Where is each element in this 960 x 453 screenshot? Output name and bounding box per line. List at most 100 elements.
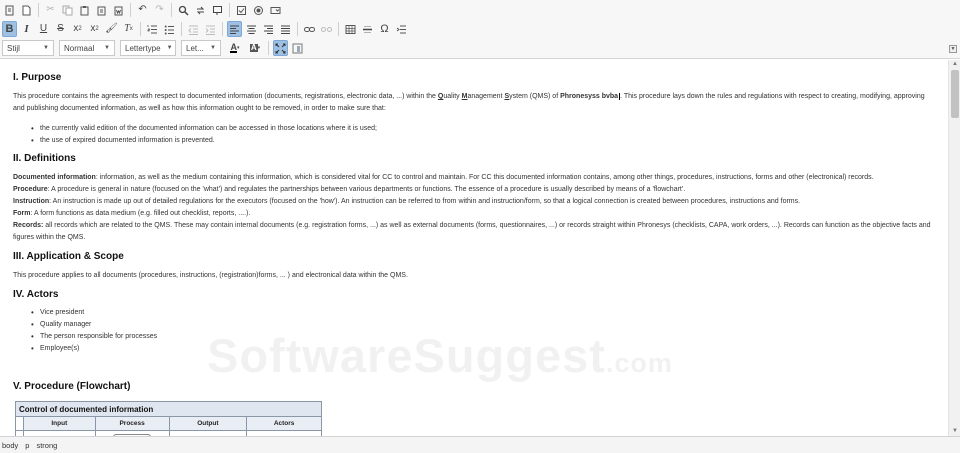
- align-left-icon[interactable]: [227, 21, 242, 37]
- scope-heading: III. Application & Scope: [13, 251, 124, 262]
- font-size-dropdown[interactable]: Let... ▼: [181, 40, 221, 56]
- source-icon[interactable]: [2, 2, 17, 18]
- font-size-dropdown-label: Let...: [186, 43, 204, 53]
- chevron-down-icon: ▼: [43, 45, 49, 51]
- toolbar-separator: [297, 22, 298, 36]
- scroll-up-icon[interactable]: ▲: [949, 60, 960, 69]
- procedure-heading: V. Procedure (Flowchart): [13, 381, 131, 392]
- path-item-body[interactable]: body: [2, 441, 18, 450]
- toolbar-separator: [268, 41, 269, 55]
- horizontal-line-icon[interactable]: [360, 21, 375, 37]
- purpose-heading: I. Purpose: [13, 72, 62, 83]
- definition-item: Procedure: A procedure is general in nat…: [13, 184, 933, 196]
- list-item: Quality manager: [31, 319, 157, 331]
- watermark-suffix: .com: [605, 348, 673, 378]
- bulleted-list-icon[interactable]: [162, 21, 177, 37]
- path-item-p[interactable]: p: [25, 441, 29, 450]
- list-item: the currently valid edition of the docum…: [31, 123, 377, 135]
- row-gutter: [15, 416, 24, 431]
- italic-icon[interactable]: I: [19, 21, 34, 37]
- superscript-icon[interactable]: x2: [87, 21, 102, 37]
- copy-icon[interactable]: [60, 2, 75, 18]
- new-page-icon[interactable]: [19, 2, 34, 18]
- font-dropdown[interactable]: Lettertype ▼: [120, 40, 176, 56]
- subscript-icon[interactable]: x2: [70, 21, 85, 37]
- actors-list: Vice president Quality manager The perso…: [31, 307, 157, 355]
- toolbar-separator: [140, 22, 141, 36]
- scrollbar-thumb[interactable]: [951, 70, 959, 118]
- radio-icon[interactable]: [251, 2, 266, 18]
- outdent-icon[interactable]: [186, 21, 201, 37]
- toolbar-separator: [171, 3, 172, 17]
- definition-item: Form: A form functions as data medium (e…: [13, 208, 933, 220]
- remove-format-icon[interactable]: Tx: [121, 21, 136, 37]
- show-blocks-icon[interactable]: [290, 40, 305, 56]
- definition-text: : information, as well as the medium con…: [95, 174, 874, 181]
- editor-content[interactable]: I. Purpose This procedure contains the a…: [0, 60, 948, 436]
- list-item: the use of expired documented informatio…: [31, 135, 377, 147]
- paste-icon[interactable]: [77, 2, 92, 18]
- maximize-icon[interactable]: [273, 40, 288, 56]
- definition-text: all records which are related to the QMS…: [13, 222, 931, 241]
- unlink-icon[interactable]: [319, 21, 334, 37]
- text-color-icon[interactable]: A ▾: [226, 40, 244, 56]
- definitions-heading: II. Definitions: [13, 153, 76, 164]
- vertical-scrollbar[interactable]: ▲ ▼: [948, 60, 960, 436]
- page-break-icon[interactable]: [394, 21, 409, 37]
- paste-word-icon[interactable]: [111, 2, 126, 18]
- qms-ystem: ystem (QMS) of: [509, 93, 561, 100]
- cut-icon[interactable]: ✂: [43, 2, 58, 18]
- toolbar-separator: [222, 22, 223, 36]
- format-dropdown[interactable]: Normaal ▼: [59, 40, 115, 56]
- align-center-icon[interactable]: [244, 21, 259, 37]
- background-color-icon[interactable]: A ▾: [246, 40, 264, 56]
- style-dropdown-label: Stijl: [7, 43, 20, 53]
- scroll-down-icon[interactable]: ▼: [949, 427, 960, 436]
- toolbar-row-1: ✂ ↶ ↷: [2, 1, 285, 19]
- checkbox-icon[interactable]: [234, 2, 249, 18]
- element-path-bar: body p strong: [0, 436, 960, 453]
- align-justify-icon[interactable]: [278, 21, 293, 37]
- align-right-icon[interactable]: [261, 21, 276, 37]
- numbered-list-icon[interactable]: [145, 21, 160, 37]
- chevron-down-icon: ▼: [210, 45, 216, 51]
- toolbar-separator: [38, 3, 39, 17]
- list-item: The person responsible for processes: [31, 331, 157, 343]
- definition-text: : A procedure is general in nature (focu…: [47, 186, 686, 193]
- column-header: Output: [168, 416, 248, 431]
- link-icon[interactable]: [302, 21, 317, 37]
- replace-icon[interactable]: [193, 2, 208, 18]
- strikethrough-icon[interactable]: S: [53, 21, 68, 37]
- scope-paragraph: This procedure applies to all documents …: [13, 272, 408, 279]
- column-header: Actors: [246, 416, 322, 431]
- editor-toolbar: ✂ ↶ ↷ B I U S x2 x2 🖌 Tx Ω Stijl ▼ Norma…: [0, 0, 960, 59]
- toolbar-row-3: Stijl ▼ Normaal ▼ Lettertype ▼ Let... ▼ A ▾ A…: [2, 39, 307, 57]
- copy-format-icon[interactable]: 🖌: [104, 21, 119, 37]
- table-icon[interactable]: [343, 21, 358, 37]
- purpose-text-1: This procedure contains the agreements w…: [13, 93, 438, 100]
- collapse-toolbar-icon[interactable]: ▼: [949, 45, 957, 53]
- definition-term: Records:: [13, 222, 44, 229]
- indent-icon[interactable]: [203, 21, 218, 37]
- paste-text-icon[interactable]: [94, 2, 109, 18]
- definition-term: Instruction: [13, 198, 50, 205]
- redo-icon[interactable]: ↷: [152, 2, 167, 18]
- select-all-icon[interactable]: [210, 2, 225, 18]
- special-char-icon[interactable]: Ω: [377, 21, 392, 37]
- underline-icon[interactable]: U: [36, 21, 51, 37]
- definitions-list: Documented information: information, as …: [13, 172, 933, 244]
- flowchart-table[interactable]: Control of documented information Input …: [15, 401, 322, 436]
- definition-item: Records: all records which are related t…: [13, 220, 933, 244]
- chevron-down-icon: ▼: [166, 45, 173, 51]
- style-dropdown[interactable]: Stijl ▼: [2, 40, 54, 56]
- font-dropdown-label: Lettertype: [125, 43, 161, 53]
- qms-uality: uality: [443, 93, 462, 100]
- find-icon[interactable]: [176, 2, 191, 18]
- bold-icon[interactable]: B: [2, 21, 17, 37]
- definition-item: Instruction: An instruction is made up o…: [13, 196, 933, 208]
- undo-icon[interactable]: ↶: [135, 2, 150, 18]
- path-item-strong[interactable]: strong: [36, 441, 57, 450]
- textfield-icon[interactable]: [268, 2, 283, 18]
- company-name: Phronesyss bvba: [560, 93, 619, 100]
- definition-text: : A form functions as data medium (e.g. …: [30, 210, 251, 217]
